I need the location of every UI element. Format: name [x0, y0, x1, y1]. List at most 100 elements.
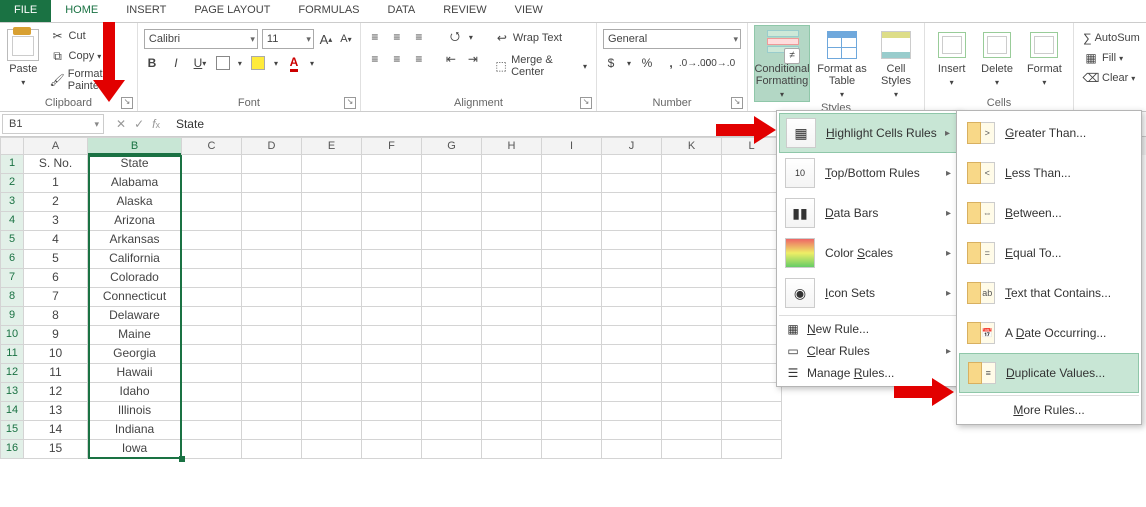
- cell[interactable]: [242, 269, 302, 288]
- cell[interactable]: 7: [24, 288, 88, 307]
- cell[interactable]: [362, 402, 422, 421]
- cell[interactable]: Arkansas: [88, 231, 182, 250]
- row-header[interactable]: 16: [0, 440, 24, 459]
- cell[interactable]: [662, 421, 722, 440]
- cell[interactable]: [302, 421, 362, 440]
- cell[interactable]: Alabama: [88, 174, 182, 193]
- cell[interactable]: [182, 288, 242, 307]
- cell[interactable]: [422, 250, 482, 269]
- comma-button[interactable]: ,: [663, 55, 679, 71]
- row-header[interactable]: 3: [0, 193, 24, 212]
- orientation-button[interactable]: ⭯: [447, 29, 463, 45]
- cell[interactable]: S. No.: [24, 155, 88, 174]
- cell[interactable]: [422, 231, 482, 250]
- cell[interactable]: [542, 212, 602, 231]
- cell[interactable]: [722, 421, 782, 440]
- cell[interactable]: [602, 440, 662, 459]
- cell[interactable]: [482, 383, 542, 402]
- format-cells-button[interactable]: Format▾: [1022, 25, 1067, 89]
- wrap-text-button[interactable]: ↩Wrap Text: [491, 29, 590, 47]
- cell[interactable]: [662, 307, 722, 326]
- col-header-i[interactable]: I: [542, 137, 602, 155]
- align-left-button[interactable]: ≡: [367, 51, 383, 67]
- cut-button[interactable]: ✂Cut: [47, 27, 131, 45]
- col-header-d[interactable]: D: [242, 137, 302, 155]
- cell[interactable]: [182, 231, 242, 250]
- cf-highlight-cells-rules[interactable]: ▦Highlight Cells Rules▸: [779, 113, 957, 153]
- cell[interactable]: Indiana: [88, 421, 182, 440]
- cell[interactable]: [182, 212, 242, 231]
- cell[interactable]: [482, 345, 542, 364]
- cell[interactable]: [242, 345, 302, 364]
- bold-button[interactable]: B: [144, 55, 160, 71]
- cell[interactable]: State: [88, 155, 182, 174]
- align-center-button[interactable]: ≡: [389, 51, 405, 67]
- cell[interactable]: [662, 383, 722, 402]
- row-header[interactable]: 1: [0, 155, 24, 174]
- cell[interactable]: [482, 402, 542, 421]
- cell[interactable]: [722, 402, 782, 421]
- cell[interactable]: Alaska: [88, 193, 182, 212]
- cell[interactable]: [302, 155, 362, 174]
- cell[interactable]: [602, 345, 662, 364]
- cell[interactable]: [542, 421, 602, 440]
- cell[interactable]: [482, 212, 542, 231]
- cf-manage-rules[interactable]: ☰Manage Rules...: [779, 362, 957, 384]
- cell[interactable]: [542, 193, 602, 212]
- cell[interactable]: [362, 307, 422, 326]
- font-size-select[interactable]: 11: [262, 29, 314, 49]
- row-header[interactable]: 8: [0, 288, 24, 307]
- cell[interactable]: 1: [24, 174, 88, 193]
- row-header[interactable]: 13: [0, 383, 24, 402]
- cell[interactable]: 9: [24, 326, 88, 345]
- cell[interactable]: [542, 326, 602, 345]
- cf-icon-sets[interactable]: ◉Icon Sets▸: [779, 273, 957, 313]
- row-header[interactable]: 15: [0, 421, 24, 440]
- hcr-date-occurring[interactable]: 📅A Date Occurring...: [959, 313, 1139, 353]
- col-header-a[interactable]: A: [24, 137, 88, 155]
- cell[interactable]: [182, 269, 242, 288]
- tab-view[interactable]: VIEW: [501, 0, 557, 22]
- cell[interactable]: [302, 174, 362, 193]
- hcr-text-contains[interactable]: abText that Contains...: [959, 273, 1139, 313]
- cell[interactable]: [602, 193, 662, 212]
- decrease-indent-button[interactable]: ⇤: [443, 51, 459, 67]
- insert-cells-button[interactable]: Insert▾: [931, 25, 972, 89]
- cell[interactable]: Colorado: [88, 269, 182, 288]
- cell[interactable]: [542, 250, 602, 269]
- format-as-table-button[interactable]: Format as Table▾: [814, 25, 870, 101]
- cell[interactable]: [482, 307, 542, 326]
- underline-button[interactable]: U▾: [192, 55, 208, 71]
- accounting-button[interactable]: $: [603, 55, 619, 71]
- cell[interactable]: [242, 155, 302, 174]
- hcr-less-than[interactable]: <Less Than...: [959, 153, 1139, 193]
- format-painter-button[interactable]: 🖌Format Painter: [47, 67, 131, 93]
- cell[interactable]: [722, 231, 782, 250]
- cell-styles-button[interactable]: Cell Styles▾: [874, 25, 918, 101]
- cell[interactable]: [542, 307, 602, 326]
- cell[interactable]: [662, 440, 722, 459]
- cell[interactable]: [422, 421, 482, 440]
- hcr-equal-to[interactable]: =Equal To...: [959, 233, 1139, 273]
- cell[interactable]: [602, 364, 662, 383]
- cell[interactable]: [662, 174, 722, 193]
- cell[interactable]: Maine: [88, 326, 182, 345]
- cell[interactable]: [302, 193, 362, 212]
- cell[interactable]: [662, 326, 722, 345]
- cell[interactable]: [182, 326, 242, 345]
- col-header-k[interactable]: K: [662, 137, 722, 155]
- cell[interactable]: [542, 345, 602, 364]
- cell[interactable]: [602, 155, 662, 174]
- cell[interactable]: [242, 421, 302, 440]
- row-header[interactable]: 2: [0, 174, 24, 193]
- clipboard-launcher[interactable]: ↘: [121, 97, 133, 109]
- row-header[interactable]: 6: [0, 250, 24, 269]
- cell[interactable]: [362, 326, 422, 345]
- cell[interactable]: [482, 440, 542, 459]
- cell[interactable]: Illinois: [88, 402, 182, 421]
- tab-pagelayout[interactable]: PAGE LAYOUT: [180, 0, 284, 22]
- cf-color-scales[interactable]: Color Scales▸: [779, 233, 957, 273]
- cell[interactable]: [182, 193, 242, 212]
- cell[interactable]: [242, 212, 302, 231]
- cell[interactable]: [302, 231, 362, 250]
